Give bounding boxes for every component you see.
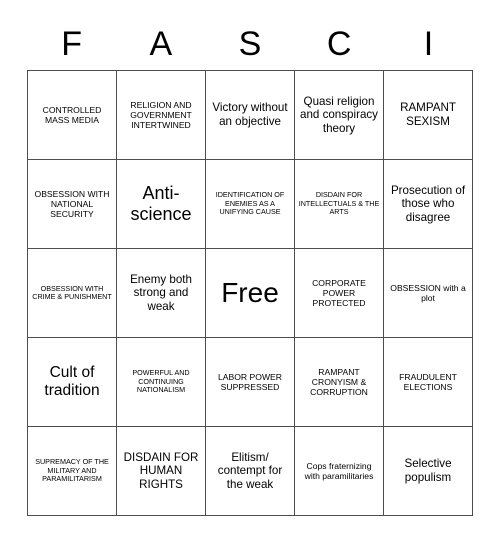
bingo-cell-label: Free [221,276,279,308]
bingo-cell-label: Victory without an objective [212,101,288,128]
bingo-cell[interactable]: RAMPANT CRONYISM & CORRUPTION [295,338,384,427]
bingo-cell-label: Enemy both strong and weak [130,272,192,313]
bingo-cell[interactable]: Selective populism [384,427,473,516]
bingo-cell[interactable]: SUPREMACY OF THE MILITARY AND PARAMILITA… [28,427,117,516]
bingo-cell[interactable]: Prosecution of those who disagree [384,160,473,249]
bingo-cell-label: SUPREMACY OF THE MILITARY AND PARAMILITA… [35,457,109,484]
bingo-cell-label: Elitism/ contempt for the weak [217,450,283,491]
bingo-cell[interactable]: OBSESSION with a plot [384,249,473,338]
bingo-cell-label: OBSESSION WITH CRIME & PUNISHMENT [32,283,112,301]
bingo-cell-label: DISDAIN FOR INTELLECTUALS & THE ARTS [298,190,380,217]
bingo-cell-label: IDENTIFICATION OF ENEMIES AS A UNIFYING … [215,190,285,217]
bingo-cell-label: Quasi religion and conspiracy theory [300,94,378,135]
header-letter-2: A [149,25,173,63]
bingo-cell-label: RAMPANT SEXISM [400,101,456,128]
bingo-cell[interactable]: Anti-science [117,160,206,249]
bingo-cell-label: Anti-science [130,182,192,224]
bingo-cell-label: Selective populism [404,457,452,484]
bingo-cell-label: CONTROLLED MASS MEDIA [42,104,102,125]
bingo-cell[interactable]: IDENTIFICATION OF ENEMIES AS A UNIFYING … [206,160,295,249]
bingo-cell[interactable]: Enemy both strong and weak [117,249,206,338]
bingo-cell-label: Prosecution of those who disagree [390,183,466,224]
bingo-cell[interactable]: Quasi religion and conspiracy theory [295,71,384,160]
bingo-cell-label: CORPORATE POWER PROTECTED [312,277,366,309]
bingo-cell-label: DISDAIN FOR HUMAN RIGHTS [123,450,199,491]
bingo-cell-label: Cult of tradition [44,363,100,399]
bingo-cell-label: POWERFUL AND CONTINUING NATIONALISM [132,368,190,395]
bingo-cell[interactable]: RELIGION AND GOVERNMENT INTERTWINED [117,71,206,160]
bingo-cell[interactable]: CORPORATE POWER PROTECTED [295,249,384,338]
bingo-cell[interactable]: Elitism/ contempt for the weak [206,427,295,516]
bingo-header: F A S C I [27,18,473,70]
header-letter-4: C [326,25,352,63]
header-letter-1: F [61,25,82,63]
bingo-cell[interactable]: Cops fraternizing with paramilitaries [295,427,384,516]
bingo-cell-label: OBSESSION with a plot [390,282,466,303]
bingo-cell[interactable]: DISDAIN FOR HUMAN RIGHTS [117,427,206,516]
bingo-cell[interactable]: OBSESSION WITH CRIME & PUNISHMENT [28,249,117,338]
header-letter-5: I [423,25,434,63]
bingo-cell-free[interactable]: Free [206,249,295,338]
bingo-cell-label: RAMPANT CRONYISM & CORRUPTION [310,366,368,398]
bingo-cell[interactable]: OBSESSION WITH NATIONAL SECURITY [28,160,117,249]
bingo-card: F A S C I CONTROLLED MASS MEDIA RELIGION… [0,0,500,544]
bingo-cell[interactable]: CONTROLLED MASS MEDIA [28,71,117,160]
bingo-cell-label: FRAUDULENT ELECTIONS [399,371,457,392]
header-letter-3: S [238,25,262,63]
bingo-cell-label: LABOR POWER SUPPRESSED [218,371,282,392]
bingo-cell-label: RELIGION AND GOVERNMENT INTERTWINED [130,99,192,131]
bingo-cell-label: Cops fraternizing with paramilitaries [304,460,374,481]
bingo-grid: CONTROLLED MASS MEDIA RELIGION AND GOVER… [27,70,473,516]
bingo-cell-label: OBSESSION WITH NATIONAL SECURITY [34,188,110,220]
bingo-cell[interactable]: Cult of tradition [28,338,117,427]
bingo-cell[interactable]: Victory without an objective [206,71,295,160]
bingo-cell[interactable]: RAMPANT SEXISM [384,71,473,160]
bingo-cell[interactable]: POWERFUL AND CONTINUING NATIONALISM [117,338,206,427]
bingo-cell[interactable]: DISDAIN FOR INTELLECTUALS & THE ARTS [295,160,384,249]
bingo-cell[interactable]: FRAUDULENT ELECTIONS [384,338,473,427]
bingo-cell[interactable]: LABOR POWER SUPPRESSED [206,338,295,427]
